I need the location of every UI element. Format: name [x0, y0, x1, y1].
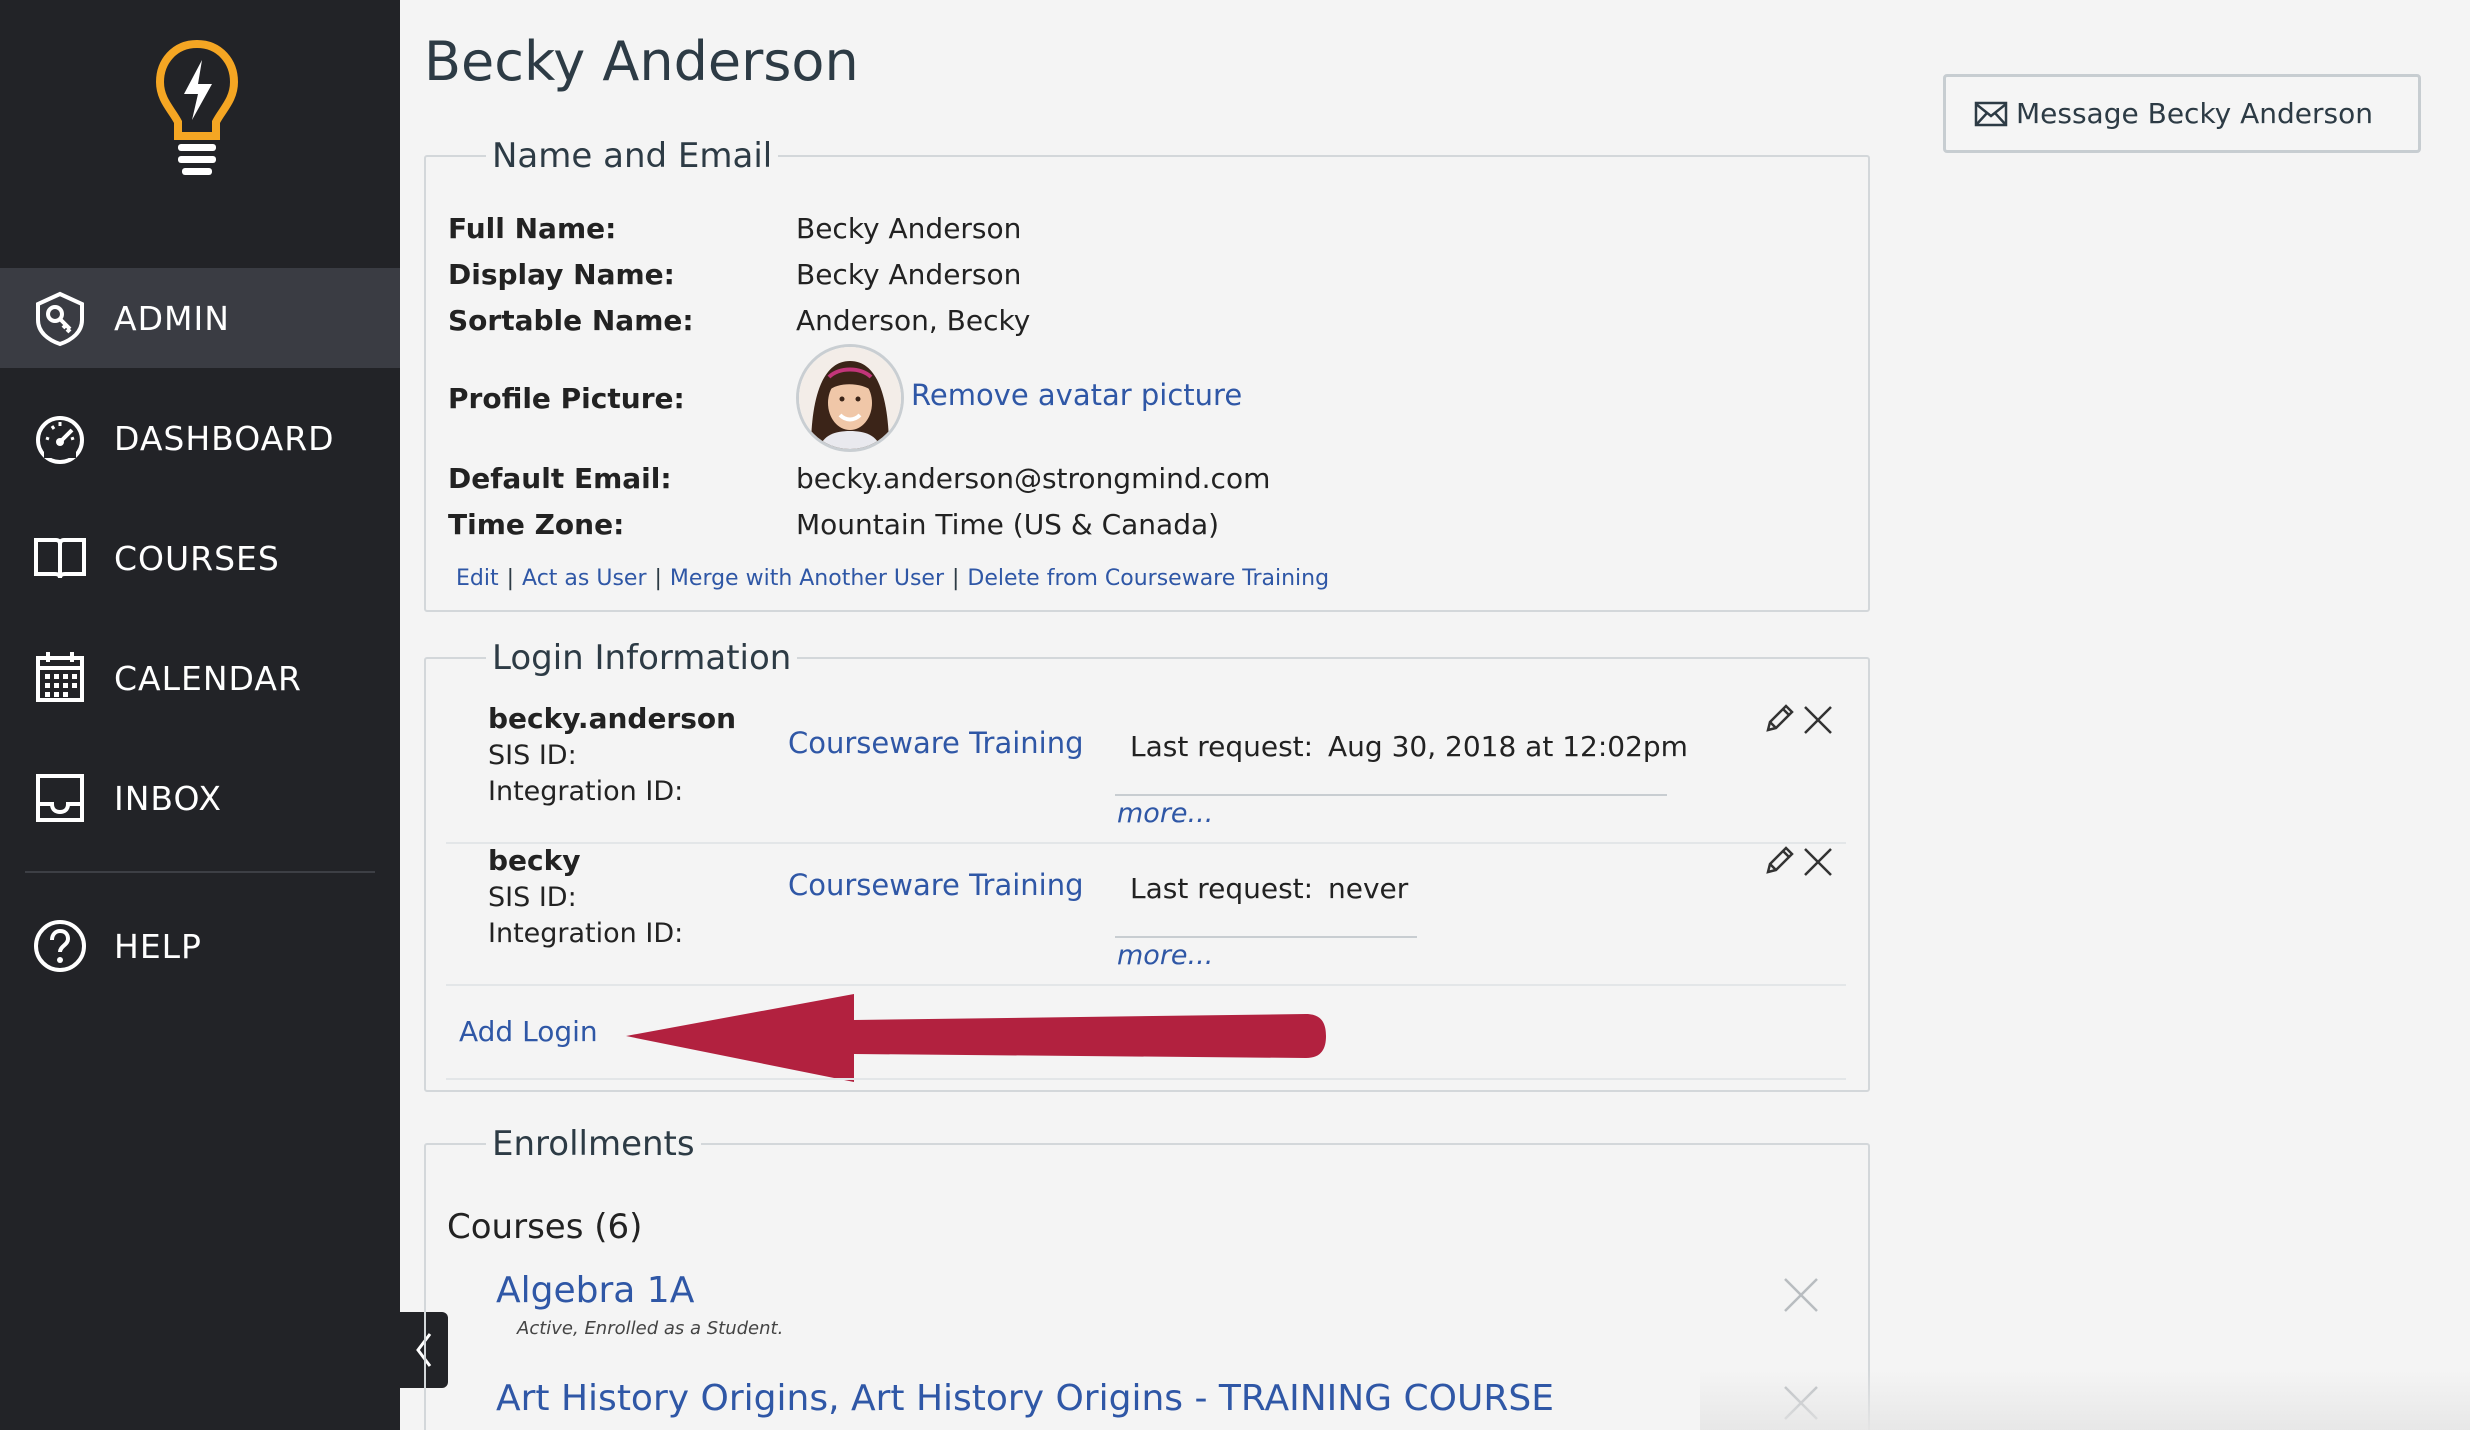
page-title: Becky Anderson: [424, 30, 859, 93]
last-request-value: Aug 30, 2018 at 12:02pm: [1328, 730, 1688, 763]
nav-item-help[interactable]: HELP: [0, 896, 400, 996]
remove-enrollment-icon[interactable]: [1782, 1276, 1820, 1314]
login-more-link[interactable]: more...: [1117, 940, 1213, 971]
courses-heading: Courses (6): [447, 1207, 643, 1247]
login-account-link[interactable]: Courseware Training: [788, 726, 1084, 760]
login-sis-label: SIS ID:: [488, 882, 577, 913]
user-actions: Edit | Act as User | Merge with Another User…: [456, 566, 1329, 591]
shield-key-icon: [36, 291, 84, 347]
message-user-button[interactable]: Message Becky Anderson: [1943, 74, 2421, 153]
calendar-icon: [36, 652, 84, 702]
default-email-value: becky.anderson@strongmind.com: [796, 462, 1271, 495]
divider: [446, 984, 1846, 986]
divider: [1115, 936, 1417, 938]
course-link[interactable]: Art History Origins, Art History Origins…: [496, 1378, 1554, 1419]
login-username: becky: [488, 844, 581, 877]
sortable-name-label: Sortable Name:: [448, 304, 694, 337]
envelope-icon: [1974, 101, 2008, 126]
merge-user-link[interactable]: Merge with Another User: [670, 566, 944, 591]
inbox-tray-icon: [36, 774, 84, 822]
profile-picture-label: Profile Picture:: [448, 382, 685, 415]
login-more-link[interactable]: more...: [1117, 798, 1213, 829]
login-username: becky.anderson: [488, 702, 737, 735]
nav-label-courses: COURSES: [114, 538, 280, 578]
edit-link[interactable]: Edit: [456, 566, 499, 591]
nav-divider: [25, 871, 375, 873]
remove-avatar-link[interactable]: Remove avatar picture: [911, 378, 1242, 412]
login-row: becky SIS ID: Integration ID: Courseware…: [440, 842, 1840, 982]
divider: [446, 1078, 1846, 1080]
nav-label-help: HELP: [114, 926, 202, 966]
act-as-user-link[interactable]: Act as User: [522, 566, 646, 591]
login-row: becky.anderson SIS ID: Integration ID: C…: [440, 700, 1840, 840]
pencil-icon[interactable]: [1762, 844, 1796, 878]
login-integration-label: Integration ID:: [488, 776, 684, 807]
nav-label-dashboard: DASHBOARD: [114, 418, 335, 458]
nav-item-admin[interactable]: ADMIN: [0, 268, 400, 368]
full-name-value: Becky Anderson: [796, 212, 1022, 245]
login-integration-label: Integration ID:: [488, 918, 684, 949]
book-icon: [34, 538, 86, 579]
course-link[interactable]: Algebra 1A: [496, 1270, 694, 1311]
global-nav-sidebar: ADMIN DASHBOARD COURSES CALENDAR INBOX H…: [0, 0, 400, 1430]
nav-label-admin: ADMIN: [114, 298, 230, 338]
nav-item-courses[interactable]: COURSES: [0, 508, 400, 608]
add-login-link[interactable]: Add Login: [459, 1015, 598, 1048]
question-circle-icon: [34, 920, 86, 972]
nav-item-inbox[interactable]: INBOX: [0, 748, 400, 848]
nav-item-calendar[interactable]: CALENDAR: [0, 628, 400, 728]
course-enrollment-status: Active, Enrolled as a Student.: [517, 1318, 784, 1339]
enrollments-legend: Enrollments: [492, 1124, 695, 1164]
display-name-value: Becky Anderson: [796, 258, 1022, 291]
login-sis-label: SIS ID:: [488, 740, 577, 771]
message-button-label: Message Becky Anderson: [2016, 97, 2374, 130]
annotation-arrow: [626, 994, 1326, 1082]
login-info-legend: Login Information: [492, 638, 792, 678]
remove-enrollment-icon[interactable]: [1782, 1384, 1820, 1422]
separator: |: [952, 566, 960, 591]
delete-login-icon[interactable]: [1802, 846, 1834, 878]
login-account-link[interactable]: Courseware Training: [788, 868, 1084, 902]
name-email-legend: Name and Email: [492, 136, 773, 176]
full-name-label: Full Name:: [448, 212, 617, 245]
avatar: [796, 344, 904, 452]
default-email-label: Default Email:: [448, 462, 672, 495]
nav-label-calendar: CALENDAR: [114, 658, 302, 698]
delete-user-link[interactable]: Delete from Courseware Training: [967, 566, 1329, 591]
speedometer-icon: [36, 416, 84, 464]
nav-label-inbox: INBOX: [114, 778, 222, 818]
last-request-value: never: [1328, 872, 1409, 905]
sortable-name-value: Anderson, Becky: [796, 304, 1031, 337]
nav-item-dashboard[interactable]: DASHBOARD: [0, 388, 400, 488]
time-zone-label: Time Zone:: [448, 508, 625, 541]
display-name-label: Display Name:: [448, 258, 675, 291]
pencil-icon[interactable]: [1762, 702, 1796, 736]
separator: |: [506, 566, 515, 591]
last-request-label: Last request:: [1130, 872, 1314, 905]
lightbulb-bolt-icon[interactable]: [152, 38, 242, 178]
time-zone-value: Mountain Time (US & Canada): [796, 508, 1220, 541]
last-request-label: Last request:: [1130, 730, 1314, 763]
delete-login-icon[interactable]: [1802, 704, 1834, 736]
separator: |: [654, 566, 662, 591]
divider: [1115, 794, 1667, 796]
